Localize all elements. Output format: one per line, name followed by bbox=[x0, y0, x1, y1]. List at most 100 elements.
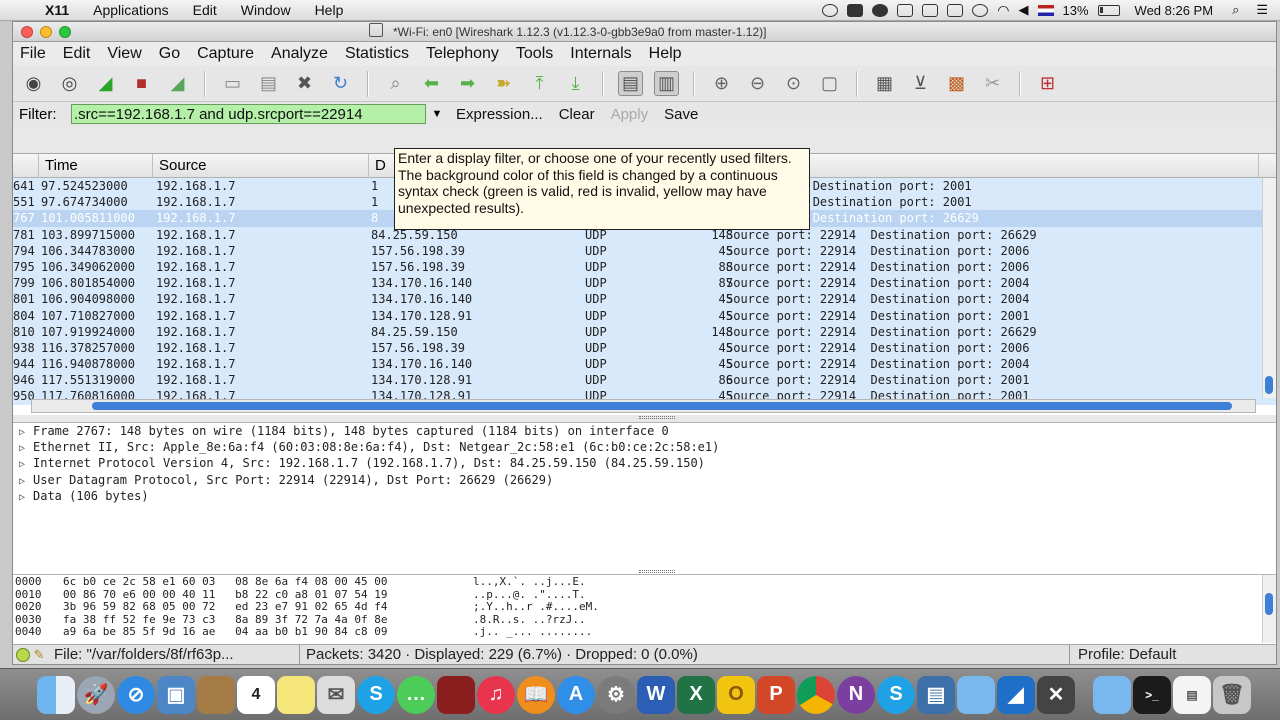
menu-edit[interactable]: Edit bbox=[182, 2, 230, 18]
save-filter-button[interactable]: Save bbox=[656, 106, 706, 123]
open-file-icon[interactable]: ▭ bbox=[220, 71, 245, 96]
restart-capture-icon[interactable]: ◢ bbox=[165, 71, 190, 96]
vscroll-thumb[interactable] bbox=[1265, 593, 1273, 615]
volume-icon[interactable]: ◀ bbox=[1019, 2, 1029, 18]
coloring-rules-icon[interactable]: ▩ bbox=[944, 71, 969, 96]
wifi-icon[interactable]: ◠ bbox=[997, 2, 1009, 19]
menu-view[interactable]: View bbox=[99, 45, 150, 63]
wireshark-icon[interactable]: ◢ bbox=[997, 675, 1035, 714]
skype-tray-icon[interactable] bbox=[822, 3, 839, 17]
photobooth-icon[interactable] bbox=[437, 675, 475, 714]
go-to-packet-icon[interactable]: ➽ bbox=[491, 71, 516, 96]
messages-icon[interactable]: … bbox=[397, 675, 435, 714]
detail-ethernet[interactable]: ▷ Ethernet II, Src: Apple_8e:6a:f4 (60:03… bbox=[13, 439, 1276, 455]
table-row[interactable]: 938 116.378257000 192.168.1.7 157.56.198.39… bbox=[13, 339, 1276, 357]
airplay-tray-icon[interactable] bbox=[947, 3, 964, 17]
pane-splitter[interactable] bbox=[639, 570, 675, 573]
menu-window[interactable]: Window bbox=[230, 2, 304, 18]
trash-icon[interactable]: 🗑 bbox=[1213, 675, 1251, 714]
packet-list-hscrollbar[interactable] bbox=[31, 399, 1256, 413]
capture-filters-icon[interactable]: ▦ bbox=[872, 71, 897, 96]
menu-capture[interactable]: Capture bbox=[189, 45, 263, 63]
x11-icon[interactable]: ✕ bbox=[1037, 675, 1075, 714]
table-row[interactable]: 795 106.349062000 192.168.1.7 157.56.198.39… bbox=[13, 258, 1276, 276]
mail-icon[interactable]: ✉ bbox=[317, 675, 355, 714]
menu-tools[interactable]: Tools bbox=[508, 45, 562, 63]
gamepad-tray-icon[interactable] bbox=[847, 3, 864, 17]
close-window-icon[interactable] bbox=[21, 25, 33, 38]
packet-list-vscrollbar[interactable] bbox=[1262, 178, 1276, 398]
menu-statistics[interactable]: Statistics bbox=[337, 45, 418, 63]
capture-comment-icon[interactable]: ✎ bbox=[30, 647, 48, 663]
menubar-clock[interactable]: Wed 8:26 PM bbox=[1135, 3, 1214, 18]
detail-frame[interactable]: ▷ Frame 2767: 148 bytes on wire (1184 bit… bbox=[13, 423, 1276, 439]
menu-edit[interactable]: Edit bbox=[55, 45, 100, 63]
hscroll-thumb[interactable] bbox=[92, 402, 1232, 410]
detail-ip[interactable]: ▷ Internet Protocol Version 4, Src: 192.1… bbox=[13, 455, 1276, 471]
zoom-window-icon[interactable] bbox=[59, 25, 71, 38]
chrome-icon[interactable] bbox=[797, 675, 835, 714]
menu-applications[interactable]: Applications bbox=[82, 2, 182, 18]
vscroll-thumb[interactable] bbox=[1265, 376, 1273, 394]
sync-tray-icon[interactable] bbox=[972, 3, 989, 17]
window-titlebar[interactable]: *Wi-Fi: en0 [Wireshark 1.12.3 (v1.12.3-0… bbox=[13, 22, 1276, 42]
calendar-icon[interactable]: 4 bbox=[237, 675, 275, 714]
help-icon[interactable]: ⊞ bbox=[1035, 71, 1060, 96]
start-capture-icon[interactable]: ◢ bbox=[93, 71, 118, 96]
appstore-icon[interactable]: A bbox=[557, 675, 595, 714]
safari-icon[interactable]: ⊘ bbox=[117, 675, 155, 714]
outlook-icon[interactable]: O bbox=[717, 675, 755, 714]
resize-columns-icon[interactable]: ▢ bbox=[817, 71, 842, 96]
stickies-icon[interactable] bbox=[277, 675, 315, 714]
save-file-icon[interactable]: ▤ bbox=[256, 71, 281, 96]
find-packet-icon[interactable]: ⌕ bbox=[383, 71, 408, 96]
expand-triangle-icon[interactable]: ▷ bbox=[19, 490, 33, 506]
powerpoint-icon[interactable]: P bbox=[757, 675, 795, 714]
go-first-icon[interactable]: ⤒ bbox=[527, 71, 552, 96]
word-icon[interactable]: W bbox=[637, 675, 675, 714]
folder-icon[interactable] bbox=[957, 675, 995, 714]
menu-analyze[interactable]: Analyze bbox=[263, 45, 337, 63]
terminal-icon[interactable]: >_ bbox=[1133, 675, 1171, 714]
table-row[interactable]: 804 107.710827000 192.168.1.7 134.170.128.9… bbox=[13, 307, 1276, 324]
menu-help[interactable]: Help bbox=[641, 45, 691, 63]
ibooks-icon[interactable]: 📖 bbox=[517, 675, 555, 714]
go-forward-icon[interactable]: ➡ bbox=[455, 71, 480, 96]
options-icon[interactable]: ◎ bbox=[57, 71, 82, 96]
table-row[interactable]: 946 117.551319000 192.168.1.7 134.170.128.9… bbox=[13, 372, 1276, 389]
menu-internals[interactable]: Internals bbox=[562, 45, 640, 63]
notes-icon[interactable] bbox=[197, 675, 235, 714]
column-no[interactable] bbox=[13, 154, 39, 178]
document-icon[interactable]: ▤ bbox=[1173, 675, 1211, 714]
skype-icon[interactable]: S bbox=[357, 675, 395, 714]
go-last-icon[interactable]: ⤓ bbox=[563, 71, 588, 96]
menu-app-x11[interactable]: X11 bbox=[34, 2, 82, 18]
clear-button[interactable]: Clear bbox=[551, 106, 603, 123]
zoom-in-icon[interactable]: ⊕ bbox=[709, 71, 734, 96]
apply-button[interactable]: Apply bbox=[603, 106, 657, 123]
vmware-icon[interactable]: ▤ bbox=[917, 675, 955, 714]
go-back-icon[interactable]: ⬅ bbox=[419, 71, 444, 96]
finder-icon[interactable] bbox=[37, 675, 75, 714]
column-time[interactable]: Time bbox=[39, 154, 153, 178]
zoom-out-icon[interactable]: ⊖ bbox=[745, 71, 770, 96]
reload-icon[interactable]: ↻ bbox=[328, 71, 353, 96]
colorize-icon[interactable]: ▤ bbox=[618, 71, 643, 96]
bytes-vscrollbar[interactable] bbox=[1262, 575, 1276, 643]
expert-info-icon[interactable] bbox=[16, 647, 30, 662]
downloads-icon[interactable] bbox=[1093, 675, 1131, 714]
detail-data[interactable]: ▷ Data (106 bytes) bbox=[13, 488, 1276, 504]
expression-button[interactable]: Expression... bbox=[448, 106, 551, 123]
column-source[interactable]: Source bbox=[153, 154, 369, 178]
table-row[interactable]: 801 106.904098000 192.168.1.7 134.170.16.14… bbox=[13, 291, 1276, 308]
menu-help[interactable]: Help bbox=[304, 2, 357, 18]
onenote-icon[interactable]: N bbox=[837, 675, 875, 714]
status-profile[interactable]: Profile: Default bbox=[1070, 645, 1182, 665]
excel-icon[interactable]: X bbox=[677, 675, 715, 714]
menu-go[interactable]: Go bbox=[151, 45, 189, 63]
minimize-window-icon[interactable] bbox=[40, 25, 52, 38]
filter-history-dropdown-icon[interactable]: ▼ bbox=[426, 108, 448, 120]
skype2-icon[interactable]: S bbox=[877, 675, 915, 714]
detail-udp[interactable]: ▷ User Datagram Protocol, Src Port: 22914… bbox=[13, 472, 1276, 488]
hex-row[interactable]: 0040 a9 6a be 85 5f 9d 16 ae 04 aa b0 b1 … bbox=[13, 625, 1276, 639]
